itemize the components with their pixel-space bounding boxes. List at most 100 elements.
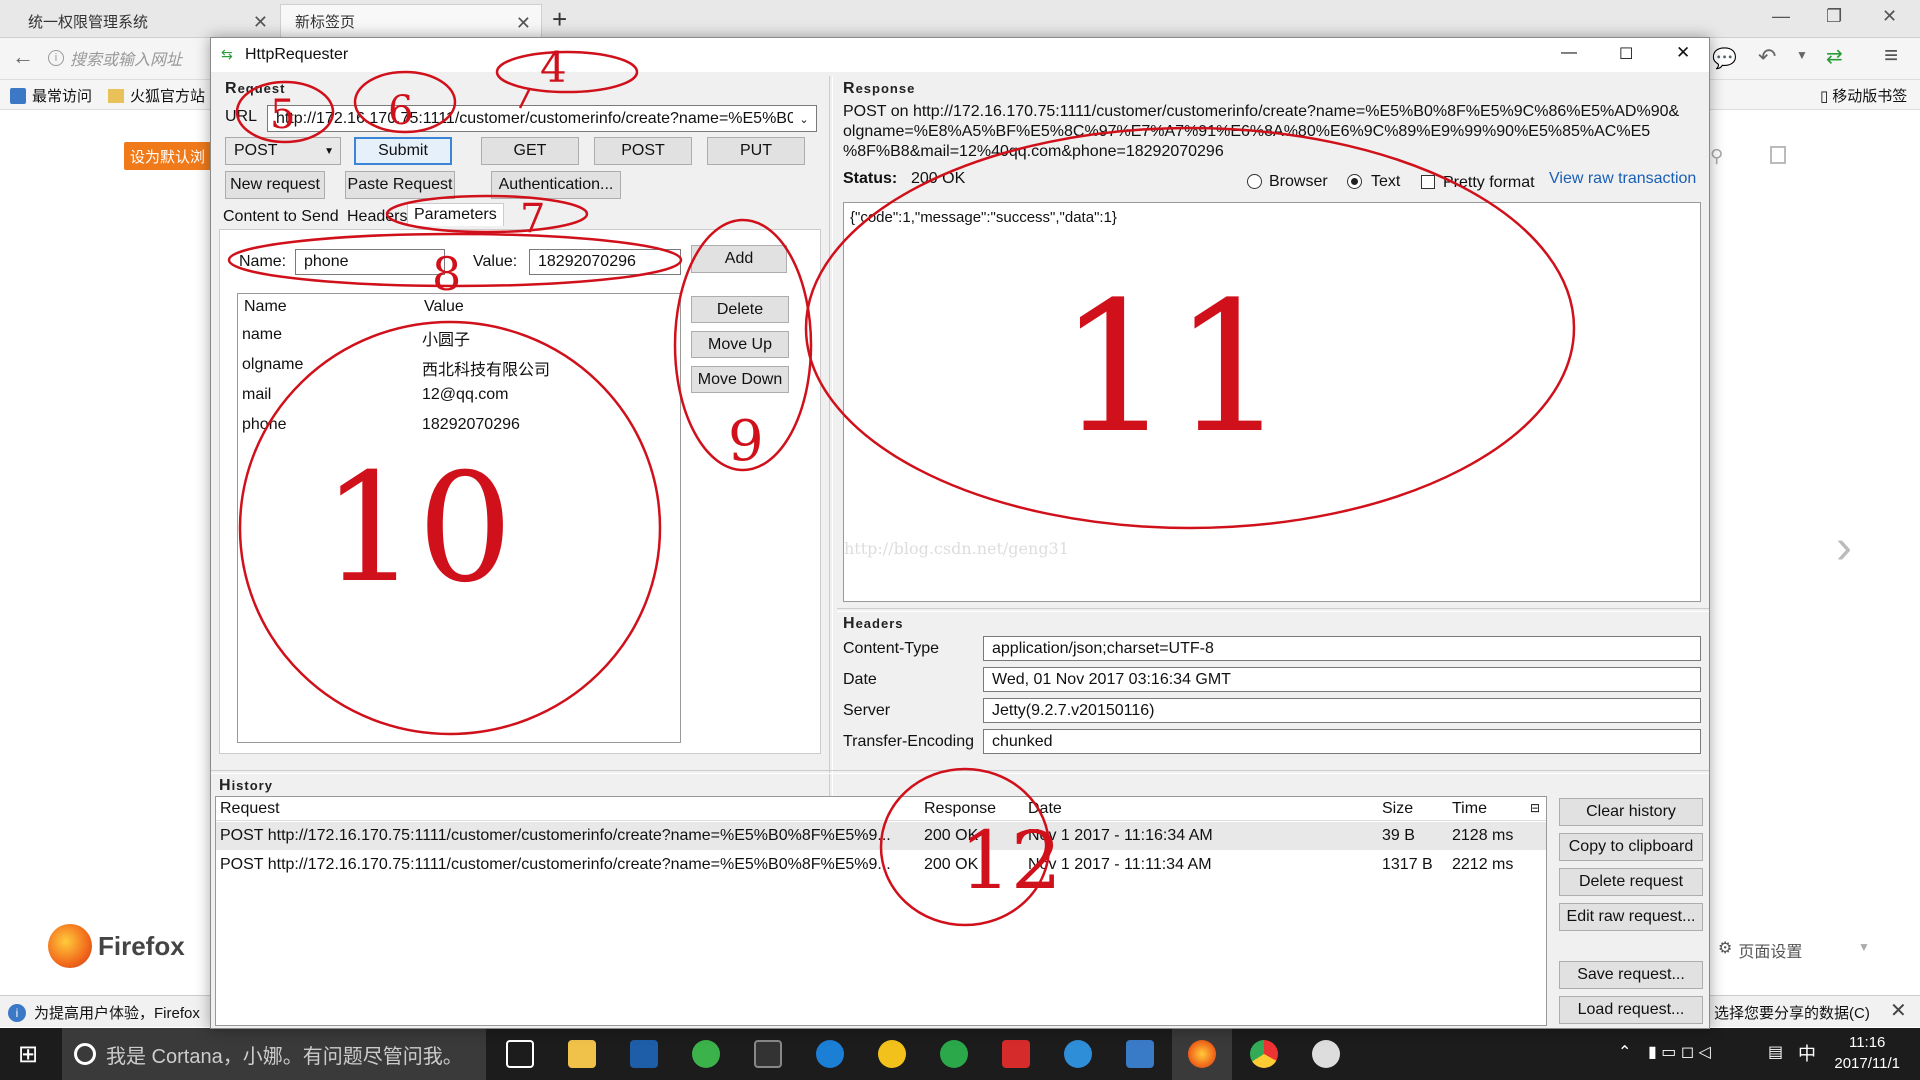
menu-icon[interactable]: ≡ bbox=[1884, 42, 1898, 70]
response-body[interactable]: {"code":1,"message":"success","data":1} … bbox=[843, 202, 1701, 602]
history-col-response[interactable]: Response bbox=[924, 800, 996, 818]
table-row[interactable]: POST http://172.16.170.75:1111/customer/… bbox=[216, 822, 1546, 850]
close-icon[interactable]: ✕ bbox=[516, 13, 531, 34]
column-picker-icon[interactable]: ⊟ bbox=[1530, 801, 1540, 815]
terminal-icon[interactable] bbox=[754, 1040, 782, 1068]
tray-icons[interactable]: ▮ ▭ ◻ ◁ bbox=[1648, 1042, 1711, 1062]
close-window-icon[interactable]: ✕ bbox=[1882, 6, 1897, 27]
close-icon[interactable]: ✕ bbox=[253, 12, 268, 33]
history-splitter[interactable] bbox=[211, 770, 1709, 774]
radio-browser-label[interactable]: Browser bbox=[1269, 173, 1328, 191]
settings-icon[interactable]: ⚲ bbox=[1710, 146, 1723, 167]
bookmark-firefox-site[interactable]: 火狐官方站 bbox=[108, 85, 205, 106]
pretty-format-label[interactable]: Pretty format bbox=[1443, 174, 1535, 192]
params-col-name[interactable]: Name bbox=[244, 298, 287, 316]
put-button[interactable]: PUT bbox=[707, 137, 805, 165]
header-value[interactable]: chunked bbox=[983, 729, 1701, 754]
minimize-icon[interactable]: — bbox=[1772, 6, 1790, 27]
params-col-value[interactable]: Value bbox=[424, 298, 464, 316]
get-button[interactable]: GET bbox=[481, 137, 579, 165]
bookmark-most-visited[interactable]: 最常访问 bbox=[10, 85, 92, 106]
page-icon[interactable] bbox=[1770, 146, 1786, 164]
history-col-time[interactable]: Time bbox=[1452, 800, 1487, 818]
horizontal-splitter[interactable] bbox=[837, 608, 1709, 612]
table-row[interactable]: POST http://172.16.170.75:1111/customer/… bbox=[216, 851, 1546, 879]
chevron-right-icon[interactable]: › bbox=[1836, 520, 1852, 575]
clock[interactable]: 11:16 2017/11/1 bbox=[1834, 1032, 1900, 1074]
maximize-icon[interactable]: ☐ bbox=[1619, 44, 1633, 64]
intellij-icon[interactable] bbox=[630, 1040, 658, 1068]
move-down-button[interactable]: Move Down bbox=[691, 366, 789, 393]
chevron-down-icon[interactable]: ▼ bbox=[1796, 48, 1808, 62]
app-icon[interactable] bbox=[1064, 1040, 1092, 1068]
clear-history-button[interactable]: Clear history bbox=[1559, 798, 1703, 826]
chat-icon[interactable]: 💬 bbox=[1712, 46, 1737, 71]
cortana-search[interactable]: 我是 Cortana，小娜。有问题尽管问我。 bbox=[62, 1028, 486, 1080]
submit-button[interactable]: Submit bbox=[354, 137, 452, 165]
tab-parameters[interactable]: Parameters bbox=[407, 203, 504, 226]
add-button[interactable]: Add bbox=[691, 245, 787, 273]
history-col-date[interactable]: Date bbox=[1028, 800, 1062, 818]
tab-content-to-send[interactable]: Content to Send bbox=[223, 208, 339, 226]
restore-icon[interactable]: ❐ bbox=[1826, 6, 1842, 27]
chevron-down-icon[interactable]: ⌄ bbox=[793, 109, 815, 129]
view-raw-transaction-link[interactable]: View raw transaction bbox=[1549, 170, 1696, 188]
param-row-value[interactable]: 12@qq.com bbox=[422, 386, 509, 404]
param-row-value[interactable]: 小圆子 bbox=[422, 326, 470, 350]
url-input[interactable]: http://172.16.170.75:1111/customer/custo… bbox=[267, 105, 817, 132]
param-name-input[interactable]: phone bbox=[295, 249, 445, 275]
close-icon[interactable]: ✕ bbox=[1676, 43, 1690, 63]
edit-raw-request-button[interactable]: Edit raw request... bbox=[1559, 903, 1703, 931]
wechat-icon[interactable] bbox=[692, 1040, 720, 1068]
radio-browser[interactable] bbox=[1247, 174, 1262, 189]
param-row-name[interactable]: mail bbox=[242, 386, 271, 404]
param-value-input[interactable]: 18292070296 bbox=[529, 249, 681, 275]
param-row-name[interactable]: olgname bbox=[242, 356, 303, 374]
tab-headers[interactable]: Headers bbox=[347, 208, 407, 226]
param-row-name[interactable]: phone bbox=[242, 416, 287, 434]
sync-icon[interactable]: ⇄ bbox=[1826, 44, 1843, 69]
history-col-size[interactable]: Size bbox=[1382, 800, 1413, 818]
authentication-button[interactable]: Authentication... bbox=[491, 171, 621, 199]
chevron-down-icon[interactable]: ▼ bbox=[1858, 940, 1870, 954]
browser-360-icon[interactable] bbox=[940, 1040, 968, 1068]
post-button[interactable]: POST bbox=[594, 137, 692, 165]
task-view-icon[interactable] bbox=[506, 1040, 534, 1068]
header-value[interactable]: Jetty(9.2.7.v20150116) bbox=[983, 698, 1701, 723]
param-row-name[interactable]: name bbox=[242, 326, 282, 344]
new-request-button[interactable]: New request bbox=[225, 171, 325, 199]
app-icon[interactable] bbox=[1126, 1040, 1154, 1068]
back-arrow-icon[interactable]: ← bbox=[12, 44, 34, 70]
minimize-icon[interactable]: — bbox=[1561, 44, 1577, 62]
delete-button[interactable]: Delete bbox=[691, 296, 789, 323]
undo-icon[interactable]: ↶ bbox=[1758, 44, 1776, 70]
method-select[interactable]: POST ▼ bbox=[225, 137, 341, 165]
address-bar[interactable]: i 搜索或输入网址 bbox=[48, 44, 208, 72]
param-row-value[interactable]: 西北科技有限公司 bbox=[422, 356, 550, 380]
vertical-splitter[interactable] bbox=[829, 76, 833, 806]
browser-tab-1[interactable]: 统一权限管理系统 ✕ bbox=[0, 4, 278, 38]
mobile-bookmarks[interactable]: ▯ 移动版书签 bbox=[1820, 85, 1907, 106]
tray-chevron-icon[interactable]: ⌃ bbox=[1618, 1042, 1631, 1062]
notification-icon[interactable]: ▤ bbox=[1768, 1042, 1783, 1062]
ime-indicator[interactable]: 中 bbox=[1798, 1040, 1816, 1066]
file-explorer-icon[interactable] bbox=[568, 1040, 596, 1068]
ie-icon[interactable] bbox=[816, 1040, 844, 1068]
set-default-button[interactable]: 设为默认浏 bbox=[124, 142, 212, 170]
load-request-button[interactable]: Load request... bbox=[1559, 996, 1703, 1024]
new-tab-icon[interactable]: + bbox=[552, 4, 567, 35]
close-icon[interactable]: ✕ bbox=[1890, 998, 1907, 1023]
save-request-button[interactable]: Save request... bbox=[1559, 961, 1703, 989]
paste-request-button[interactable]: Paste Request bbox=[345, 171, 455, 199]
share-data-link[interactable]: 选择您要分享的数据(C) bbox=[1714, 1002, 1870, 1023]
radio-text[interactable] bbox=[1347, 174, 1362, 189]
app-icon[interactable] bbox=[1002, 1040, 1030, 1068]
move-up-button[interactable]: Move Up bbox=[691, 331, 789, 358]
radio-text-label[interactable]: Text bbox=[1371, 173, 1400, 191]
header-value[interactable]: application/json;charset=UTF-8 bbox=[983, 636, 1701, 661]
history-col-request[interactable]: Request bbox=[220, 800, 280, 818]
page-settings[interactable]: ⚙ 页面设置 bbox=[1718, 938, 1802, 962]
header-value[interactable]: Wed, 01 Nov 2017 03:16:34 GMT bbox=[983, 667, 1701, 692]
copy-to-clipboard-button[interactable]: Copy to clipboard bbox=[1559, 833, 1703, 861]
paint-icon[interactable] bbox=[1312, 1040, 1340, 1068]
